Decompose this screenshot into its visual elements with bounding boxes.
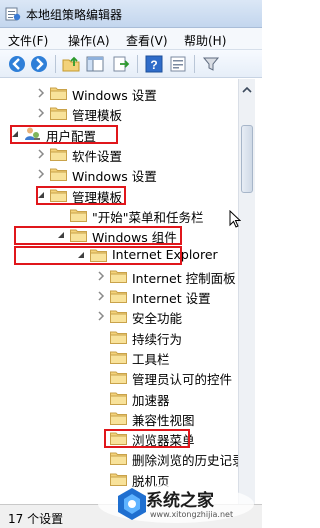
collapsed-arrow-icon[interactable] [36, 169, 46, 179]
tree-item-label: "开始"菜单和任务栏 [92, 209, 204, 225]
svg-text:?: ? [150, 58, 157, 72]
tree-item[interactable]: 浏览器菜单 [0, 428, 238, 448]
expanded-arrow-icon[interactable] [36, 190, 46, 200]
properties-icon[interactable] [169, 55, 187, 73]
expanded-arrow-icon[interactable] [56, 230, 66, 240]
show-hide-tree-icon[interactable] [86, 55, 104, 73]
tree-item-label: 浏览器菜单 [132, 433, 195, 449]
tree-item[interactable]: 工具栏 [0, 347, 238, 367]
tree-item[interactable]: 管理员认可的控件 [0, 367, 238, 387]
watermark-text: 系统之家 [146, 491, 214, 511]
tree-item-label: Windows 设置 [72, 169, 157, 185]
filter-icon[interactable] [202, 55, 220, 73]
menu-help[interactable]: 帮助(H) [184, 32, 226, 49]
folder-icon [70, 229, 87, 243]
folder-icon [110, 371, 127, 385]
mouse-cursor-icon [229, 210, 241, 228]
folder-icon [50, 189, 67, 202]
status-text: 17 个设置 [8, 512, 64, 526]
tree-item[interactable]: "开始"菜单和任务栏 [0, 205, 238, 225]
collapsed-arrow-icon[interactable] [96, 271, 106, 281]
folder-icon [110, 270, 127, 283]
title-bar: 本地组策略编辑器 [0, 0, 262, 28]
policy-tree: Windows 设置 管理模板 用户配置 软件设置 Windows 设置 管理模板 "开始"… [0, 79, 238, 504]
tree-item-label: 管理模板 [72, 108, 123, 124]
tree-item-label: 兼容性视图 [132, 412, 195, 428]
tree-item[interactable]: Windows 组件 [0, 225, 238, 245]
tree-item[interactable]: Internet Explorer [0, 245, 238, 265]
tree-item-label: 加速器 [132, 392, 170, 408]
tree-item-label: 持续行为 [132, 331, 183, 347]
tree-item-label: 用户配置 [46, 128, 97, 144]
folder-icon [110, 392, 127, 405]
folder-icon [50, 168, 67, 182]
back-icon[interactable] [8, 55, 26, 73]
tree-item[interactable]: 管理模板 [0, 185, 238, 205]
menu-action[interactable]: 操作(A) [68, 32, 110, 49]
scroll-up-icon[interactable] [242, 85, 252, 95]
tree-item-label: 软件设置 [72, 148, 123, 164]
tree-item[interactable]: 管理模板 [0, 103, 238, 123]
expanded-arrow-icon[interactable] [10, 129, 20, 139]
tree-item[interactable]: 删除浏览的历史记录 [0, 448, 238, 468]
tree-item-label: 工具栏 [132, 351, 170, 367]
help-icon[interactable]: ? [145, 55, 163, 73]
user-config-icon [25, 127, 40, 140]
folder-icon [110, 432, 127, 446]
tree-item[interactable]: 加速器 [0, 388, 238, 408]
collapsed-arrow-icon[interactable] [96, 311, 106, 321]
folder-icon [110, 452, 127, 466]
tree-item[interactable]: Windows 设置 [0, 164, 238, 184]
up-folder-icon[interactable] [62, 55, 80, 73]
tree-item[interactable]: Internet 设置 [0, 286, 238, 306]
collapsed-arrow-icon[interactable] [36, 149, 46, 159]
collapsed-arrow-icon[interactable] [36, 88, 46, 98]
tree-item-label: Windows 设置 [72, 88, 157, 103]
menu-file[interactable]: 文件(F) [8, 32, 48, 49]
folder-icon [110, 351, 127, 364]
expanded-arrow-icon[interactable] [76, 250, 86, 260]
export-list-icon[interactable] [112, 55, 130, 73]
tree-scrollbar[interactable] [238, 79, 255, 504]
folder-icon [50, 87, 67, 100]
policy-editor-icon [5, 7, 21, 21]
window-title: 本地组策略编辑器 [26, 8, 123, 22]
tree-item-label: 删除浏览的历史记录 [132, 453, 238, 469]
folder-icon [110, 412, 127, 425]
tree-item-label: Windows 组件 [92, 230, 177, 246]
folder-icon [110, 310, 127, 324]
forward-icon[interactable] [30, 55, 48, 73]
folder-icon [110, 290, 127, 303]
tree-item[interactable]: 软件设置 [0, 144, 238, 164]
tree-item-label: 管理模板 [72, 189, 123, 205]
folder-icon [70, 209, 87, 222]
tree-item[interactable]: 兼容性视图 [0, 408, 238, 428]
folder-icon [50, 107, 67, 121]
tree-item-label: Internet 控制面板 [132, 270, 236, 286]
tree-item-label: 管理员认可的控件 [132, 372, 233, 388]
tree-item[interactable]: 持续行为 [0, 327, 238, 347]
tree-item[interactable]: 用户配置 [0, 124, 238, 144]
tree-item-label: 安全功能 [132, 311, 183, 327]
toolbar: ? [0, 50, 262, 78]
folder-icon [90, 249, 107, 263]
collapsed-arrow-icon[interactable] [96, 291, 106, 301]
toolbar-separator [194, 55, 195, 73]
toolbar-separator [55, 55, 56, 73]
tree-item[interactable]: 安全功能 [0, 306, 238, 326]
tree-item[interactable]: Windows 设置 [0, 83, 238, 103]
menu-view[interactable]: 查看(V) [126, 32, 168, 49]
collapsed-arrow-icon[interactable] [36, 108, 46, 118]
tree-item[interactable]: Internet 控制面板 [0, 266, 238, 286]
menu-bar: 文件(F) 操作(A) 查看(V) 帮助(H) [0, 28, 262, 50]
tree-item-label: Internet 设置 [132, 291, 211, 306]
toolbar-separator [137, 55, 138, 73]
folder-icon [110, 331, 127, 344]
watermark-url: www.xitongzhijia.net [150, 510, 234, 519]
tree-item-label: Internet Explorer [112, 247, 218, 263]
scroll-thumb[interactable] [241, 125, 253, 193]
folder-icon [50, 148, 67, 161]
